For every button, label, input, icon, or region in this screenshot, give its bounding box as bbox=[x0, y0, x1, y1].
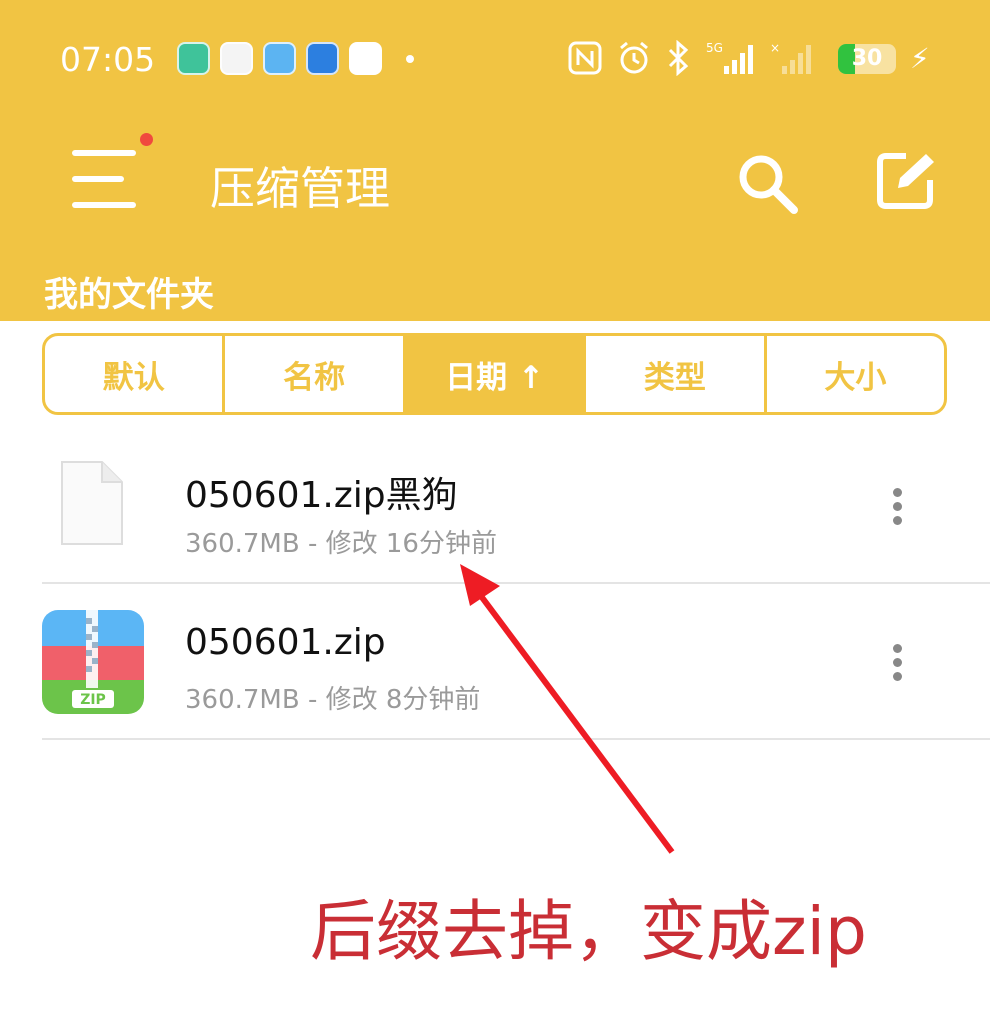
blank-file-icon bbox=[61, 461, 123, 545]
sort-tab-date[interactable]: 日期 ↑ bbox=[405, 336, 587, 412]
cloud-app-icon bbox=[349, 42, 382, 75]
more-dot-icon bbox=[893, 516, 902, 525]
file-meta: 360.7MB - 修改 8分钟前 bbox=[185, 685, 481, 715]
zip-file-icon: ZIP bbox=[42, 610, 144, 714]
clock-app-icon bbox=[220, 42, 253, 75]
more-dot-icon bbox=[893, 658, 902, 667]
more-dot-icon bbox=[893, 672, 902, 681]
battery-icon: 30 bbox=[838, 44, 896, 74]
more-dot-icon bbox=[893, 502, 902, 511]
status-system-icons: 5G × bbox=[568, 40, 814, 76]
more-options-button[interactable] bbox=[886, 638, 910, 688]
file-name: 050601.zip bbox=[185, 622, 386, 663]
more-options-button[interactable] bbox=[886, 482, 910, 532]
charging-icon: ⚡ bbox=[910, 42, 930, 75]
more-dot-icon bbox=[893, 488, 902, 497]
annotation-arrow-icon bbox=[460, 564, 675, 854]
svg-text:×: × bbox=[770, 41, 780, 55]
file-name: 050601.zip黑狗 bbox=[185, 475, 458, 516]
edit-icon[interactable] bbox=[876, 150, 936, 210]
alarm-icon bbox=[620, 41, 648, 74]
app-header: 07:05 5G × 30 ⚡ 压缩管理 我的文件夹 bbox=[0, 0, 990, 321]
bird-app-icon bbox=[306, 42, 339, 75]
sort-tab-default[interactable]: 默认 bbox=[45, 336, 226, 412]
search-icon[interactable] bbox=[734, 150, 800, 216]
app-notification-icon bbox=[177, 42, 210, 75]
battery-percent: 30 bbox=[851, 46, 883, 71]
nfc-icon bbox=[568, 41, 602, 75]
sort-tab-size[interactable]: 大小 bbox=[767, 336, 944, 412]
notification-dot-icon bbox=[140, 133, 153, 146]
svg-text:ZIP: ZIP bbox=[80, 692, 106, 708]
more-dot-icon bbox=[893, 644, 902, 653]
status-app-icons bbox=[177, 42, 414, 75]
menu-button[interactable] bbox=[70, 148, 140, 214]
sort-tabs: 默认 名称 日期 ↑ 类型 大小 bbox=[42, 333, 947, 415]
bluetooth-icon bbox=[668, 40, 689, 76]
menu-icon-line bbox=[72, 202, 136, 208]
status-time: 07:05 bbox=[60, 40, 156, 79]
menu-icon-line bbox=[72, 150, 136, 156]
page-title: 压缩管理 bbox=[210, 162, 391, 215]
sort-tab-type[interactable]: 类型 bbox=[586, 336, 767, 412]
more-notifications-dot-icon bbox=[406, 54, 414, 63]
sort-tab-name[interactable]: 名称 bbox=[225, 336, 406, 412]
menu-icon-line bbox=[72, 176, 124, 182]
weather-app-icon bbox=[263, 42, 296, 75]
signal-icon: × bbox=[770, 41, 811, 74]
svg-text:5G: 5G bbox=[706, 41, 723, 55]
signal-5g-icon: 5G bbox=[706, 41, 753, 74]
annotation-text: 后缀去掉，变成zip bbox=[310, 893, 867, 970]
folder-title: 我的文件夹 bbox=[44, 275, 214, 315]
